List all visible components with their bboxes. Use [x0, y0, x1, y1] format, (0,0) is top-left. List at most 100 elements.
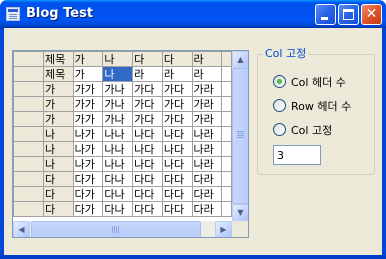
- grid-cell[interactable]: 다다: [132, 171, 163, 187]
- row-header-cell[interactable]: [13, 201, 44, 217]
- grid-cell[interactable]: 다라: [191, 186, 223, 202]
- grid-cell[interactable]: 나가: [72, 141, 104, 157]
- grid-cell[interactable]: 가나: [102, 111, 134, 127]
- scroll-up-button[interactable]: ▲: [232, 51, 248, 68]
- row-header-cell[interactable]: [13, 51, 44, 67]
- grid-cell[interactable]: [221, 171, 232, 187]
- grid-cell[interactable]: 나라: [191, 156, 223, 172]
- column-header-cell[interactable]: 나: [102, 66, 134, 82]
- row-header-cell[interactable]: [13, 66, 44, 82]
- grid-cell[interactable]: 다다: [132, 186, 163, 202]
- maximize-button[interactable]: [338, 4, 359, 25]
- vertical-scrollbar[interactable]: ▲ ▼: [232, 51, 248, 221]
- grid-cell[interactable]: 가다: [161, 96, 193, 112]
- grid-cell[interactable]: 다: [42, 186, 74, 202]
- grid-cell[interactable]: 나나: [102, 156, 134, 172]
- grid-cell[interactable]: 다가: [72, 186, 104, 202]
- radio-label-row-header-count[interactable]: Row 헤더 수: [291, 98, 351, 114]
- radio-label-col-fixed[interactable]: Col 고정: [291, 122, 332, 138]
- grid-cell[interactable]: 가다: [132, 81, 163, 97]
- grid-cell[interactable]: 가다: [132, 96, 163, 112]
- grid-cell[interactable]: 가라: [191, 111, 223, 127]
- value-input[interactable]: [273, 145, 321, 165]
- horizontal-scrollbar[interactable]: ◀ ▶: [13, 221, 232, 237]
- grid-cell[interactable]: 나라: [191, 141, 223, 157]
- grid-cell[interactable]: 가가: [72, 96, 104, 112]
- grid-cell[interactable]: [221, 81, 232, 97]
- radio-label-col-header-count[interactable]: Col 헤더 수: [291, 74, 346, 90]
- grid-cell[interactable]: 가나: [102, 96, 134, 112]
- minimize-button[interactable]: [315, 4, 336, 25]
- grid-cell[interactable]: 나라: [191, 126, 223, 142]
- row-header-cell[interactable]: [13, 171, 44, 187]
- grid-cell[interactable]: 다나: [102, 201, 134, 217]
- grid-cell[interactable]: 나: [42, 126, 74, 142]
- grid-cell[interactable]: 가다: [161, 111, 193, 127]
- grid-cell[interactable]: 다다: [161, 201, 193, 217]
- radio-col-fixed[interactable]: [273, 123, 286, 136]
- scroll-right-button[interactable]: ▶: [215, 221, 232, 237]
- grid-cell[interactable]: [221, 201, 232, 217]
- grid-cell[interactable]: 다다: [161, 186, 193, 202]
- app-icon[interactable]: [6, 7, 20, 21]
- grid-cell[interactable]: 나: [42, 141, 74, 157]
- grid-cell[interactable]: 다다: [132, 201, 163, 217]
- grid-cell[interactable]: 나다: [161, 156, 193, 172]
- grid-cell[interactable]: 가다: [132, 111, 163, 127]
- grid-cell[interactable]: 다라: [191, 201, 223, 217]
- scroll-down-button[interactable]: ▼: [232, 204, 248, 221]
- vertical-scroll-thumb[interactable]: [232, 68, 248, 204]
- column-header-cell[interactable]: [221, 51, 232, 67]
- scroll-left-button[interactable]: ◀: [13, 221, 30, 237]
- column-header-cell[interactable]: 가: [72, 66, 104, 82]
- grid-cell[interactable]: 가라: [191, 81, 223, 97]
- grid-cell[interactable]: 나다: [161, 126, 193, 142]
- grid-cell[interactable]: 가: [42, 81, 74, 97]
- row-header-cell[interactable]: [13, 96, 44, 112]
- grid-cell[interactable]: 나가: [72, 126, 104, 142]
- grid-cell[interactable]: 다가: [72, 171, 104, 187]
- grid-cell[interactable]: 나다: [132, 141, 163, 157]
- column-header-cell[interactable]: 라: [191, 51, 223, 67]
- grid-cell[interactable]: 나다: [132, 156, 163, 172]
- grid-cell[interactable]: 가: [42, 111, 74, 127]
- grid-cell[interactable]: [221, 126, 232, 142]
- close-button[interactable]: ✕: [361, 4, 382, 25]
- grid-cell[interactable]: 다가: [72, 201, 104, 217]
- title-bar[interactable]: Blog Test ✕: [0, 0, 386, 28]
- grid-cell[interactable]: 가: [42, 96, 74, 112]
- row-header-cell[interactable]: [13, 156, 44, 172]
- grid-cell[interactable]: 다: [42, 171, 74, 187]
- grid-cell[interactable]: 가라: [191, 96, 223, 112]
- column-header-cell[interactable]: [221, 66, 232, 82]
- radio-col-header-count[interactable]: [273, 75, 286, 88]
- row-header-cell[interactable]: [13, 141, 44, 157]
- row-header-cell[interactable]: [13, 126, 44, 142]
- grid-cell[interactable]: 나다: [161, 141, 193, 157]
- column-header-cell[interactable]: 나: [102, 51, 134, 67]
- grid-cell[interactable]: 가나: [102, 81, 134, 97]
- column-header-cell[interactable]: 가: [72, 51, 104, 67]
- row-header-cell[interactable]: [13, 81, 44, 97]
- grid-cell[interactable]: 나가: [72, 156, 104, 172]
- grid-cell[interactable]: 가가: [72, 111, 104, 127]
- grid-cell[interactable]: 다: [42, 201, 74, 217]
- grid-cell[interactable]: [221, 156, 232, 172]
- grid-cell[interactable]: 나다: [132, 126, 163, 142]
- grid-cell[interactable]: 가가: [72, 81, 104, 97]
- grid-cell[interactable]: [221, 96, 232, 112]
- data-grid[interactable]: 제목 가 나 다 다 라 제목 가 나 라 라 라 가 가가 가나 가다 가다 가라 가 가가 가나 가다 가다 가라 가 가가 가…: [12, 50, 249, 238]
- grid-cell[interactable]: 다라: [191, 171, 223, 187]
- radio-row-header-count[interactable]: [273, 99, 286, 112]
- grid-cell[interactable]: 나: [42, 156, 74, 172]
- horizontal-scroll-thumb[interactable]: [31, 221, 201, 237]
- grid-cell[interactable]: [221, 111, 232, 127]
- grid-cell[interactable]: [221, 186, 232, 202]
- grid-cell[interactable]: [221, 141, 232, 157]
- column-header-cell[interactable]: 라: [191, 66, 223, 82]
- row-header-cell[interactable]: [13, 186, 44, 202]
- column-header-cell[interactable]: 다: [132, 51, 163, 67]
- grid-cell[interactable]: 나나: [102, 141, 134, 157]
- grid-cell[interactable]: 다다: [161, 171, 193, 187]
- grid-cell[interactable]: 다나: [102, 186, 134, 202]
